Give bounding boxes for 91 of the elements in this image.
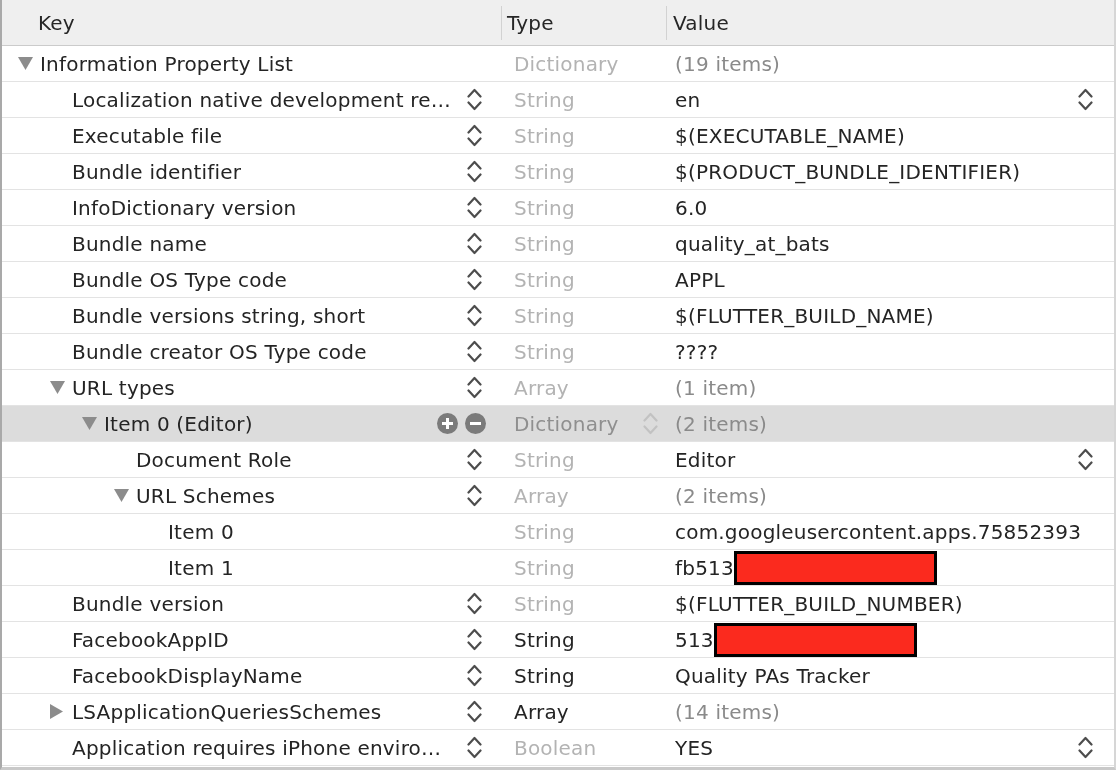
stepper-icon[interactable] [467, 483, 482, 508]
type-label: Array [514, 482, 569, 510]
key-label[interactable]: Localization native development re… [72, 84, 452, 115]
key-label[interactable]: Bundle identifier [72, 156, 242, 187]
value-text: 6.0 [675, 194, 708, 222]
stepper-icon[interactable] [467, 195, 482, 220]
key-label[interactable]: URL Schemes [136, 480, 276, 511]
stepper-icon[interactable] [467, 591, 482, 616]
key-label[interactable]: Information Property List [40, 48, 294, 79]
type-label: String [514, 302, 575, 330]
minus-circle-icon[interactable] [465, 413, 486, 434]
type-label: String [514, 158, 575, 186]
item-count: (14 items) [675, 698, 781, 726]
key-label[interactable]: Bundle versions string, short [72, 300, 366, 331]
key-label[interactable]: FacebookAppID [72, 624, 229, 655]
type-label: String [514, 194, 575, 222]
plus-circle-icon[interactable] [437, 413, 458, 434]
value-text: YES [675, 734, 714, 762]
key-label[interactable]: Item 1 [168, 552, 234, 583]
key-label[interactable]: Item 0 (Editor) [104, 408, 253, 439]
type-label: String [514, 518, 575, 546]
column-header[interactable]: Type [507, 10, 554, 35]
item-count: (1 item) [675, 374, 757, 402]
outline-row[interactable]: FacebookAppID String 513 [2, 622, 1114, 658]
key-label[interactable]: Bundle version [72, 588, 225, 619]
stepper-icon[interactable] [467, 663, 482, 688]
key-label[interactable]: Bundle creator OS Type code [72, 336, 367, 367]
stepper-icon[interactable] [467, 87, 482, 112]
type-label: Boolean [514, 734, 597, 762]
key-label[interactable]: Application requires iPhone enviro… [72, 732, 442, 763]
type-label: Array [514, 374, 569, 402]
key-label[interactable]: Bundle name [72, 228, 207, 259]
value-text: en [675, 86, 701, 114]
disclosure-triangle-icon[interactable] [50, 704, 63, 719]
stepper-icon[interactable] [467, 735, 482, 760]
value-text: $(EXECUTABLE_NAME) [675, 122, 905, 150]
key-label[interactable]: InfoDictionary version [72, 192, 297, 223]
key-label[interactable]: LSApplicationQueriesSchemes [72, 696, 382, 727]
type-label: String [514, 338, 575, 366]
value-text: ???? [675, 338, 719, 366]
type-label: String [514, 626, 575, 654]
type-label: String [514, 86, 575, 114]
outline-row[interactable]: Item 1 String fb513 [2, 550, 1114, 586]
disclosure-triangle-icon[interactable] [50, 381, 65, 394]
item-count: (2 items) [675, 482, 768, 510]
stepper-icon[interactable] [1078, 735, 1093, 760]
column-header[interactable]: Key [38, 10, 75, 35]
type-label: String [514, 590, 575, 618]
item-count: (2 items) [675, 410, 768, 438]
value-text: quality_at_bats [675, 230, 830, 258]
stepper-icon[interactable] [467, 159, 482, 184]
item-count: (19 items) [675, 50, 781, 78]
stepper-icon[interactable] [1078, 87, 1093, 112]
key-label[interactable]: Bundle OS Type code [72, 264, 288, 295]
type-label: String [514, 662, 575, 690]
stepper-icon[interactable] [467, 303, 482, 328]
stepper-icon[interactable] [467, 123, 482, 148]
key-label[interactable]: Executable file [72, 120, 223, 151]
value-text: fb513 [675, 554, 734, 582]
type-label: String [514, 554, 575, 582]
type-label: String [514, 446, 575, 474]
stepper-icon[interactable] [467, 375, 482, 400]
type-label: String [514, 266, 575, 294]
value-text: Quality PAs Tracker [675, 662, 870, 690]
value-text: $(FLUTTER_BUILD_NAME) [675, 302, 934, 330]
stepper-icon[interactable] [467, 699, 482, 724]
value-text: Editor [675, 446, 736, 474]
type-label: Dictionary [514, 50, 619, 78]
value-text: APPL [675, 266, 725, 294]
stepper-icon[interactable] [467, 339, 482, 364]
stepper-icon[interactable] [467, 267, 482, 292]
value-text: $(FLUTTER_BUILD_NUMBER) [675, 590, 963, 618]
type-label: Dictionary [514, 410, 619, 438]
value-text: $(PRODUCT_BUNDLE_IDENTIFIER) [675, 158, 1021, 186]
stepper-icon[interactable] [1078, 447, 1093, 472]
stepper-icon[interactable] [467, 447, 482, 472]
column-header[interactable]: Value [673, 10, 729, 35]
type-label: String [514, 230, 575, 258]
value-text: com.googleusercontent.apps.75852393 [675, 518, 1082, 546]
key-label[interactable]: Document Role [136, 444, 292, 475]
key-label[interactable]: Item 0 [168, 516, 234, 547]
key-label[interactable]: URL types [72, 372, 175, 403]
disclosure-triangle-icon[interactable] [18, 57, 33, 70]
stepper-icon[interactable] [467, 231, 482, 256]
value-text: 513 [675, 626, 714, 654]
type-label: Array [514, 698, 569, 726]
type-label: String [514, 122, 575, 150]
stepper-icon[interactable] [467, 627, 482, 652]
key-label[interactable]: FacebookDisplayName [72, 660, 303, 691]
outline-row[interactable]: Item 0 (Editor) Dictionary (2 items) [2, 406, 1114, 442]
disclosure-triangle-icon[interactable] [114, 489, 129, 502]
